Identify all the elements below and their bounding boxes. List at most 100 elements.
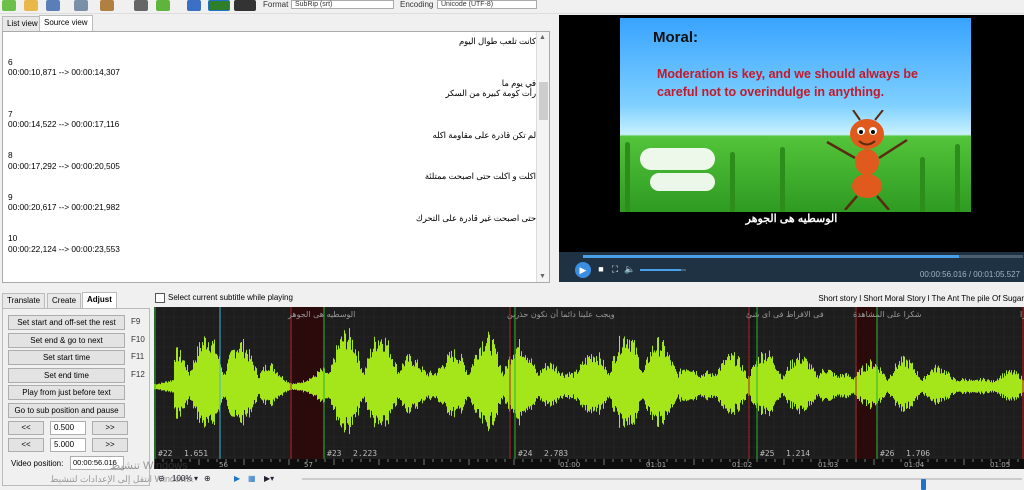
source-line: 00:00:14,522 --> 00:00:17,116 bbox=[8, 119, 120, 130]
step-back-small-button[interactable]: << bbox=[8, 421, 44, 435]
source-line: 8 bbox=[8, 150, 13, 161]
ruler-label: 56 bbox=[219, 461, 228, 469]
set-end-next-button[interactable]: Set end & go to next bbox=[8, 333, 125, 348]
waveform-controls: ⊖ 100% ▾ ⊕ ▶ ▦ ▶▾ bbox=[154, 471, 1024, 490]
play-before-text-button[interactable]: Play from just before text bbox=[8, 385, 125, 400]
help-icon[interactable] bbox=[187, 0, 201, 11]
seek-bar[interactable] bbox=[583, 255, 1023, 258]
source-line bbox=[8, 223, 536, 233]
ruler-label: 01:00 bbox=[560, 461, 580, 469]
source-line: 00:00:10,871 --> 00:00:14,307 bbox=[8, 67, 120, 78]
zoom-in-icon[interactable]: ⊕ bbox=[204, 474, 211, 483]
toggle-video-icon[interactable] bbox=[234, 0, 256, 11]
grass bbox=[955, 144, 960, 212]
ruler-label: 01:01 bbox=[646, 461, 666, 469]
video-player[interactable]: Moral: Moderation is key, and we should … bbox=[559, 15, 1024, 252]
source-line: رأت كومة كبيرة من السكر bbox=[445, 87, 536, 98]
ruler-label: 01:02 bbox=[732, 461, 752, 469]
ruler-label: 01:05 bbox=[990, 461, 1010, 469]
editor-scrollbar[interactable]: ▲ ▼ bbox=[536, 32, 549, 282]
toggle-spectrogram-icon[interactable]: ▦ bbox=[248, 474, 256, 483]
segment-text: ويجب علينا دائما أن نكون حذرين bbox=[507, 309, 615, 319]
video-position-label: Video position: bbox=[11, 459, 64, 468]
large-step-input[interactable]: 5.000 bbox=[50, 438, 86, 452]
set-start-time-button[interactable]: Set start time bbox=[8, 350, 125, 365]
cloud bbox=[650, 173, 715, 191]
moral-title: Moral: bbox=[653, 29, 698, 46]
source-line: 9 bbox=[8, 191, 13, 202]
waveform[interactable]: الوسطيه هى الجوهر #22 1.651 ويجب علينا دائم… bbox=[154, 307, 1024, 469]
scroll-down-icon[interactable]: ▼ bbox=[539, 273, 546, 280]
set-start-offset-button[interactable]: Set start and off-set the rest bbox=[8, 315, 125, 330]
grass bbox=[780, 147, 785, 212]
source-line: 6 bbox=[8, 56, 13, 67]
toggle-waveform-icon[interactable] bbox=[208, 0, 230, 11]
segment-text: فى الافراط فى اى شئ bbox=[746, 310, 824, 319]
source-line bbox=[8, 181, 536, 191]
fullscreen-icon[interactable]: ⛶ bbox=[609, 263, 621, 275]
segment-number: #26 bbox=[880, 449, 895, 458]
step-forward-small-button[interactable]: >> bbox=[92, 421, 128, 435]
time-ruler bbox=[154, 459, 1024, 469]
segment-duration: 2.223 bbox=[353, 449, 377, 458]
encoding-select[interactable]: Unicode (UTF-8) bbox=[437, 0, 537, 9]
stop-icon[interactable]: ■ bbox=[595, 263, 607, 275]
tab-create[interactable]: Create bbox=[47, 293, 82, 309]
segment-number: #23 bbox=[327, 449, 342, 458]
source-line: لم تكن قادرة على مقاومة اكله bbox=[432, 129, 536, 140]
source-line: 10 bbox=[8, 233, 18, 244]
activation-watermark-text: انتقل إلى الإعدادات لتنشيط Windows. bbox=[50, 474, 194, 484]
segment-text: ترجمة: جهاد الفرا bbox=[1020, 310, 1024, 319]
open-folder-icon[interactable] bbox=[24, 0, 38, 11]
small-step-input[interactable]: 0.500 bbox=[50, 421, 86, 435]
moral-text: Moderation is key, and we should always … bbox=[657, 67, 918, 99]
source-text[interactable]: كانت تلعب طوال اليوم 6 00:00:10,871 --> 00… bbox=[8, 36, 536, 254]
volume-fill bbox=[640, 269, 682, 271]
video-time: 00:00:56.016 / 00:01:05.527 bbox=[919, 270, 1020, 279]
tab-source-view[interactable]: Source view bbox=[39, 15, 93, 32]
new-file-icon[interactable] bbox=[2, 0, 16, 11]
set-end-time-button[interactable]: Set end time bbox=[8, 368, 125, 383]
scroll-up-icon[interactable]: ▲ bbox=[539, 34, 546, 41]
video-controls: ▶ ■ ⛶ 🔈 00:00:56.016 / 00:01:05.527 bbox=[559, 252, 1024, 282]
source-line: اكلت و اكلت حتى اصبحت ممتلئة bbox=[424, 171, 536, 182]
source-line: 00:00:22,124 --> 00:00:23,553 bbox=[8, 243, 120, 254]
spell-check-icon[interactable] bbox=[156, 0, 170, 11]
visual-sync-icon[interactable] bbox=[134, 0, 148, 11]
segment-number: #24 bbox=[518, 449, 533, 458]
play-selection-icon[interactable]: ▶ bbox=[234, 474, 240, 483]
format-select[interactable]: SubRip (srt) bbox=[291, 0, 394, 9]
zoom-dropdown-icon[interactable]: ▾ bbox=[194, 474, 198, 483]
source-line: 7 bbox=[8, 108, 13, 119]
volume-slider[interactable] bbox=[640, 269, 686, 271]
source-line bbox=[8, 140, 536, 150]
segment-duration: 1.214 bbox=[786, 449, 810, 458]
step-back-large-button[interactable]: << bbox=[8, 438, 44, 452]
ruler-label: 01:03 bbox=[818, 461, 838, 469]
step-forward-large-button[interactable]: >> bbox=[92, 438, 128, 452]
scrollbar-thumb[interactable] bbox=[539, 82, 548, 120]
toolbar: Format SubRip (srt) Encoding Unicode (UT… bbox=[0, 0, 1024, 14]
find-icon[interactable] bbox=[74, 0, 88, 11]
segment-text: الوسطيه هى الجوهر bbox=[287, 310, 355, 319]
source-editor[interactable]: كانت تلعب طوال اليوم 6 00:00:10,871 --> 00… bbox=[2, 31, 550, 283]
play-icon[interactable]: ▶ bbox=[575, 262, 591, 278]
select-current-label: Select current subtitle while playing bbox=[168, 293, 293, 302]
waveform-canvas[interactable]: الوسطيه هى الجوهر #22 1.651 ويجب علينا دائم… bbox=[154, 307, 1024, 469]
volume-icon[interactable]: 🔈 bbox=[624, 263, 636, 275]
scroll-right-icon[interactable]: ▶▾ bbox=[264, 474, 274, 483]
encoding-label: Encoding bbox=[400, 0, 434, 9]
shortcut-f11: F11 bbox=[131, 352, 145, 361]
shortcut-f10: F10 bbox=[131, 335, 145, 344]
select-current-checkbox[interactable] bbox=[155, 293, 165, 303]
activation-watermark-title: تنشيط Windows bbox=[110, 460, 188, 472]
tab-translate[interactable]: Translate bbox=[2, 293, 46, 309]
position-slider-thumb[interactable] bbox=[921, 479, 927, 490]
tab-adjust[interactable]: Adjust bbox=[82, 292, 117, 309]
save-icon[interactable] bbox=[46, 0, 60, 11]
replace-icon[interactable] bbox=[100, 0, 114, 11]
position-slider[interactable] bbox=[302, 478, 1022, 490]
go-to-sub-pause-button[interactable]: Go to sub position and pause bbox=[8, 403, 125, 418]
tab-list-view[interactable]: List view bbox=[2, 16, 43, 32]
segment-number: #22 bbox=[158, 449, 173, 458]
